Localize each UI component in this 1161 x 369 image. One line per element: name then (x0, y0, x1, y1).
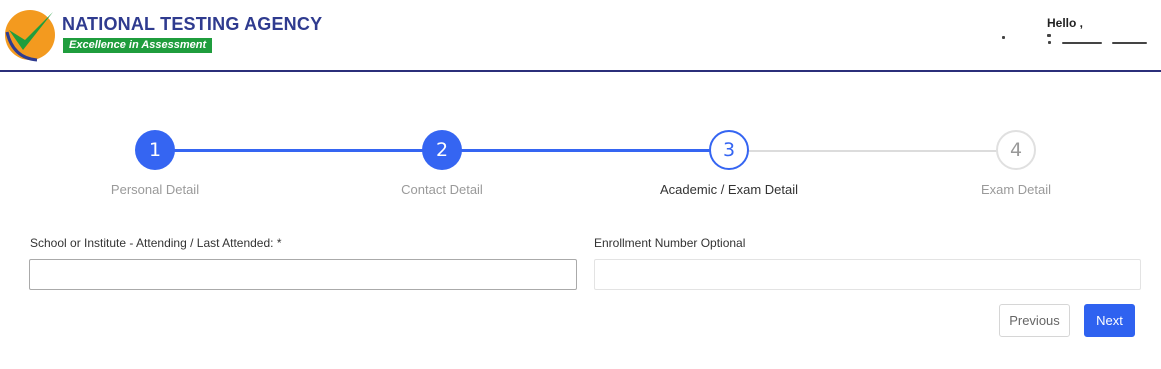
step-number: 2 (422, 130, 462, 170)
user-greeting: Hello , (1047, 16, 1084, 30)
step-exam-detail[interactable]: 4 Exam Detail (936, 128, 1096, 197)
step-number: 4 (996, 130, 1036, 170)
brand-title: NATIONAL TESTING AGENCY (62, 14, 323, 34)
top-header: NATIONAL TESTING AGENCY Excellence in As… (0, 0, 1161, 72)
school-institute-input[interactable] (29, 259, 577, 290)
enrollment-number-label: Enrollment Number Optional (594, 236, 746, 250)
step-label: Academic / Exam Detail (660, 182, 798, 197)
step-label: Contact Detail (401, 182, 483, 197)
previous-button[interactable]: Previous (999, 304, 1070, 337)
brand-tagline: Excellence in Assessment (63, 38, 213, 53)
step-label: Exam Detail (980, 182, 1052, 197)
step-label: Personal Detail (110, 182, 200, 197)
enrollment-number-input[interactable] (594, 259, 1141, 290)
step-academic-exam-detail[interactable]: 3 Academic / Exam Detail (649, 128, 809, 197)
step-number: 1 (135, 130, 175, 170)
step-contact-detail[interactable]: 2 Contact Detail (362, 128, 522, 197)
user-name-redacted (1002, 33, 1152, 47)
nta-logo-icon (5, 10, 55, 62)
school-institute-label: School or Institute - Attending / Last A… (30, 236, 282, 250)
step-personal-detail[interactable]: 1 Personal Detail (75, 128, 235, 197)
step-number: 3 (709, 130, 749, 170)
progress-stepper: 1 Personal Detail 2 Contact Detail 3 Aca… (0, 128, 1161, 198)
next-button[interactable]: Next (1084, 304, 1135, 337)
